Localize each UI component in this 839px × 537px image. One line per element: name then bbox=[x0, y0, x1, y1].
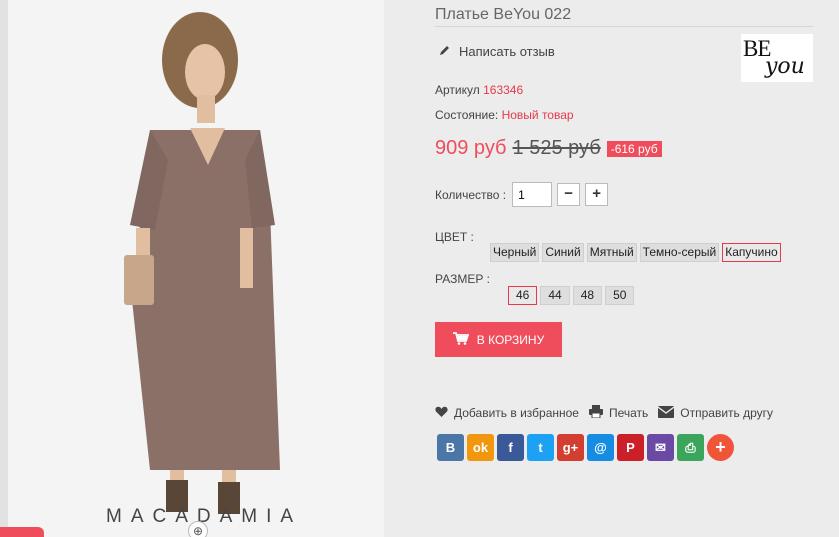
twitter-icon[interactable]: t bbox=[527, 434, 554, 461]
vk-icon[interactable]: B bbox=[437, 434, 464, 461]
product-page: MACADAMIA ⊕ Платье BeYou 022 Написать от… bbox=[0, 0, 839, 537]
product-actions: Добавить в избранное Печать Отправить др… bbox=[435, 405, 773, 421]
color-option-black[interactable]: Черный bbox=[490, 243, 540, 262]
envelope-icon bbox=[657, 405, 675, 421]
size-option-46[interactable]: 46 bbox=[508, 286, 538, 305]
brand-logo-bottom: you bbox=[765, 54, 805, 79]
article-row: Артикул 163346 bbox=[435, 83, 523, 97]
size-option-48[interactable]: 48 bbox=[572, 286, 603, 305]
add-to-favorites-link[interactable]: Добавить в избранное bbox=[435, 406, 579, 421]
write-review-link[interactable]: Написать отзыв bbox=[439, 44, 555, 59]
product-photo[interactable]: MACADAMIA ⊕ bbox=[0, 0, 384, 537]
quantity-input[interactable] bbox=[512, 182, 553, 207]
add-to-favorites-label: Добавить в избранное bbox=[454, 406, 579, 420]
color-option-blue[interactable]: Синий bbox=[542, 243, 584, 262]
heart-icon bbox=[435, 406, 448, 421]
color-option-mint[interactable]: Мятный bbox=[586, 243, 637, 262]
quantity-row: Количество : − + bbox=[435, 182, 609, 207]
product-title: Платье BeYou 022 bbox=[435, 6, 572, 23]
quantity-plus-button[interactable]: + bbox=[585, 183, 609, 206]
write-review-label: Написать отзыв bbox=[459, 44, 555, 59]
facebook-icon[interactable]: f bbox=[497, 434, 524, 461]
condition-label: Состояние: bbox=[435, 108, 499, 122]
quantity-label: Количество : bbox=[435, 187, 507, 202]
social-share-bar: B ok f t g+ @ P ✉ ⎙ + bbox=[437, 434, 734, 461]
print-share-icon[interactable]: ⎙ bbox=[677, 434, 704, 461]
google-plus-icon[interactable]: g+ bbox=[557, 434, 584, 461]
model-dress-image bbox=[124, 12, 280, 514]
odnoklassniki-icon[interactable]: ok bbox=[467, 434, 494, 461]
send-to-friend-label: Отправить другу bbox=[680, 406, 774, 420]
quantity-minus-button[interactable]: − bbox=[557, 183, 581, 206]
add-to-cart-button[interactable]: В КОРЗИНУ bbox=[435, 322, 562, 357]
email-icon[interactable]: ✉ bbox=[647, 434, 674, 461]
pencil-icon bbox=[439, 44, 451, 59]
zoom-icon[interactable]: ⊕ bbox=[188, 521, 208, 537]
send-to-friend-link[interactable]: Отправить другу bbox=[657, 405, 774, 421]
pinterest-icon[interactable]: P bbox=[617, 434, 644, 461]
price-block: 909 руб 1 525 руб -616 руб bbox=[435, 137, 662, 160]
cart-icon bbox=[452, 331, 470, 348]
condition-row: Состояние: Новый товар bbox=[435, 108, 574, 122]
mail-ru-icon[interactable]: @ bbox=[587, 434, 614, 461]
current-price: 909 руб bbox=[435, 137, 507, 159]
add-to-cart-label: В КОРЗИНУ bbox=[476, 332, 545, 347]
article-value: 163346 bbox=[483, 83, 524, 97]
size-option-50[interactable]: 50 bbox=[605, 286, 635, 305]
condition-value: Новый товар bbox=[501, 108, 574, 122]
print-label: Печать bbox=[608, 406, 649, 420]
old-price: 1 525 руб bbox=[512, 137, 601, 159]
discount-badge: -616 руб bbox=[606, 140, 662, 157]
corner-badge bbox=[0, 527, 44, 537]
color-label: ЦВЕТ : bbox=[435, 230, 474, 244]
size-option-44[interactable]: 44 bbox=[540, 286, 570, 305]
size-label: РАЗМЕР : bbox=[435, 272, 490, 286]
title-divider bbox=[435, 26, 813, 27]
color-option-cappuccino[interactable]: Капучино bbox=[722, 243, 781, 262]
more-share-icon[interactable]: + bbox=[707, 434, 734, 461]
color-option-dark-grey[interactable]: Темно-серый bbox=[639, 243, 720, 262]
article-label: Артикул bbox=[435, 83, 480, 97]
print-link[interactable]: Печать bbox=[588, 405, 649, 421]
color-options: Черный Синий Мятный Темно-серый Капучино bbox=[490, 243, 781, 262]
printer-icon bbox=[588, 405, 603, 421]
brand-logo[interactable]: BE you bbox=[741, 34, 813, 82]
size-options: 46 44 48 50 bbox=[508, 286, 635, 305]
